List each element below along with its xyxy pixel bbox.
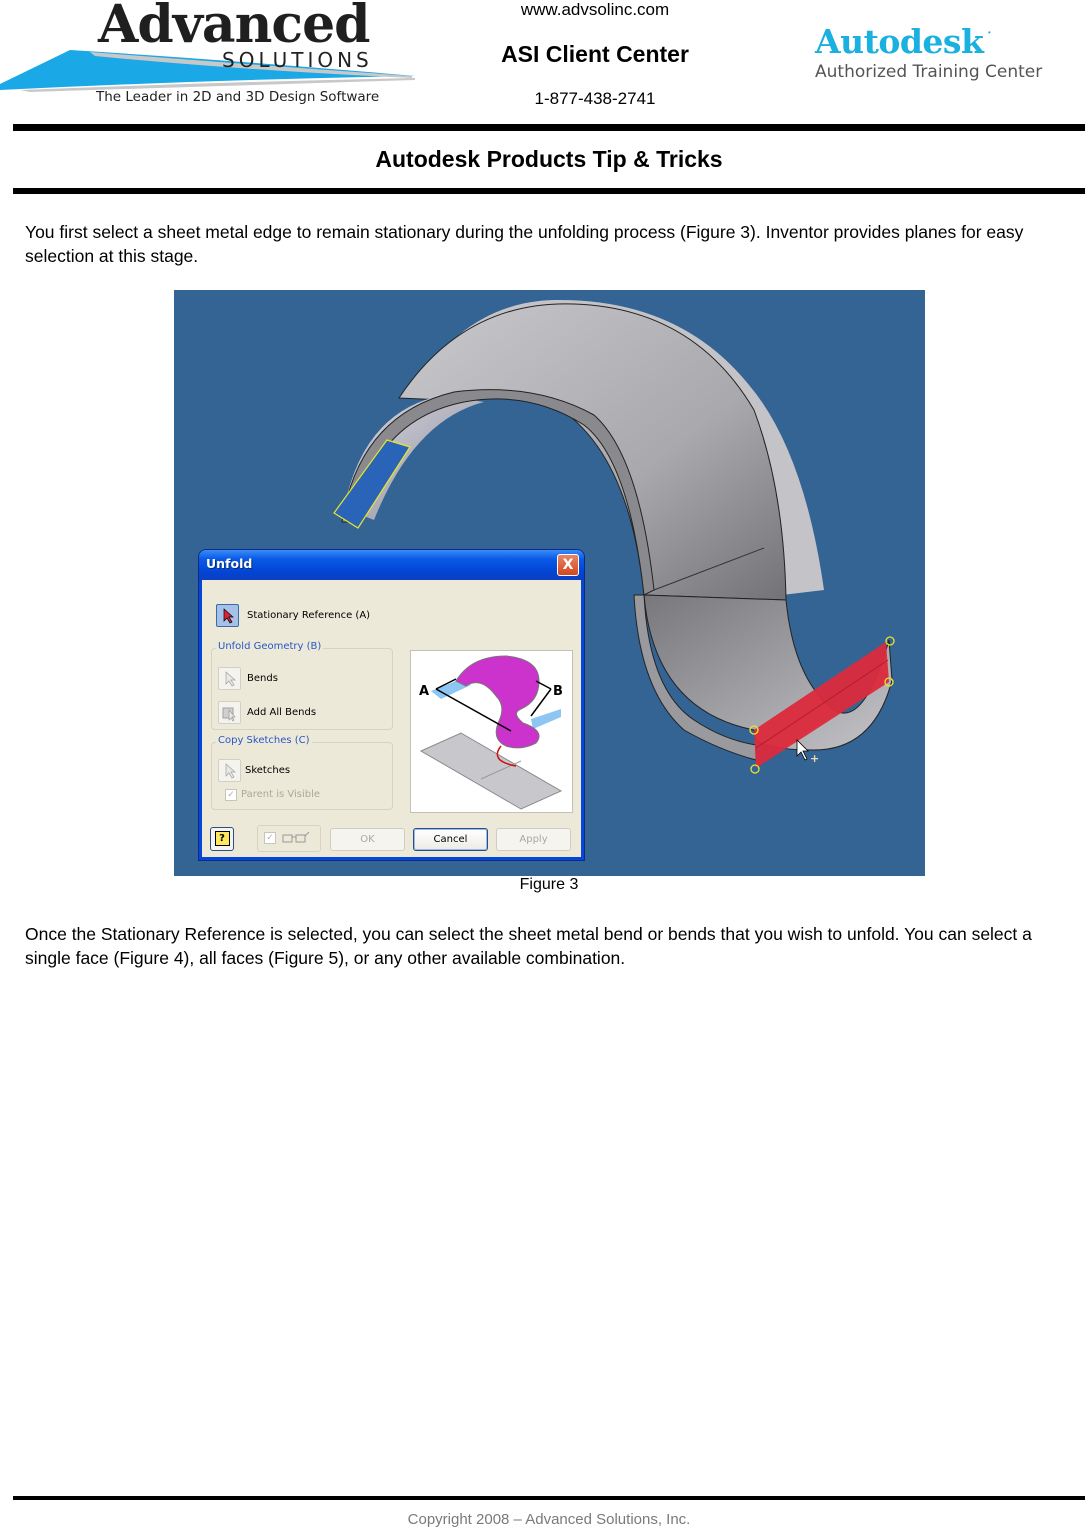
stationary-reference-select-button[interactable] (216, 604, 239, 627)
followup-paragraph: Once the Stationary Reference is selecte… (25, 924, 1032, 968)
bends-label: Bends (247, 673, 278, 684)
title-divider (13, 188, 1085, 194)
dialog-title: Unfold (206, 556, 253, 571)
logo-subtitle: SOLUTIONS (222, 48, 373, 72)
unfold-illustration: A B (419, 655, 563, 810)
phone-number: 1-877-438-2741 (534, 89, 656, 108)
add-all-bends-button[interactable] (218, 701, 241, 724)
figure-caption: Figure 3 (519, 876, 579, 893)
parent-visible-label: Parent is Visible (241, 789, 321, 800)
unfold-dialog[interactable]: Unfold X Stationary Reference (A) Unfold… (199, 550, 584, 860)
atc-subtitle: Authorized Training Center (815, 62, 1043, 82)
add-all-bends-icon (222, 707, 236, 722)
document-title: Autodesk Products Tip & Tricks (375, 146, 723, 172)
intro-paragraph: You first select a sheet metal edge to r… (25, 222, 1024, 266)
advanced-solutions-logo: Advanced SOLUTIONS The Leader in 2D and … (0, 0, 420, 112)
sketches-select-button[interactable] (218, 759, 241, 782)
copy-sketches-title: Copy Sketches (C) (216, 735, 312, 746)
footer-divider (13, 1496, 1085, 1500)
autodesk-wordmark: Autodesk (815, 22, 984, 61)
logo-wordmark: Advanced (98, 0, 371, 55)
parent-visible-checkbox[interactable]: ✓ (225, 789, 237, 801)
autodesk-atc-logo: Autodesk • Authorized Training Center (812, 22, 1072, 92)
registered-mark: • (988, 28, 991, 37)
bends-select-button[interactable] (218, 667, 241, 690)
header-divider (13, 124, 1085, 131)
dialog-title-bar[interactable]: Unfold X (199, 550, 584, 580)
logo-tagline: The Leader in 2D and 3D Design Software (96, 89, 380, 105)
ok-button[interactable]: OK (330, 828, 405, 851)
select-arrow-icon (225, 763, 236, 779)
help-button[interactable]: ? (210, 827, 234, 851)
figure-3-screenshot: + Unfold X Stationary Reference (A) Unfo… (174, 290, 925, 876)
client-center-name: ASI Client Center (501, 41, 689, 67)
unfold-geometry-title: Unfold Geometry (B) (216, 641, 324, 652)
add-all-bends-label: Add All Bends (247, 707, 317, 718)
preview-checkbox[interactable]: ✓ (264, 832, 276, 844)
stationary-reference-label: Stationary Reference (A) (247, 610, 371, 621)
apply-button[interactable]: Apply (496, 828, 571, 851)
add-cursor-icon: + (810, 752, 819, 765)
sketches-label: Sketches (245, 765, 291, 776)
select-arrow-icon (223, 608, 234, 624)
glasses-icon (282, 831, 310, 843)
copyright-footer: Copyright 2008 – Advanced Solutions, Inc… (407, 1511, 691, 1528)
dialog-body: Stationary Reference (A) Unfold Geometry… (202, 580, 581, 857)
website-link[interactable]: www.advsolinc.com (460, 0, 730, 20)
label-b: B (553, 684, 563, 699)
unfold-preview-image: A B (410, 650, 573, 813)
label-a: A (419, 684, 429, 699)
select-arrow-icon (225, 671, 236, 687)
preview-toggle[interactable]: ✓ (257, 825, 321, 852)
help-icon: ? (214, 831, 230, 846)
close-button[interactable]: X (557, 554, 579, 576)
cancel-button[interactable]: Cancel (413, 828, 488, 851)
